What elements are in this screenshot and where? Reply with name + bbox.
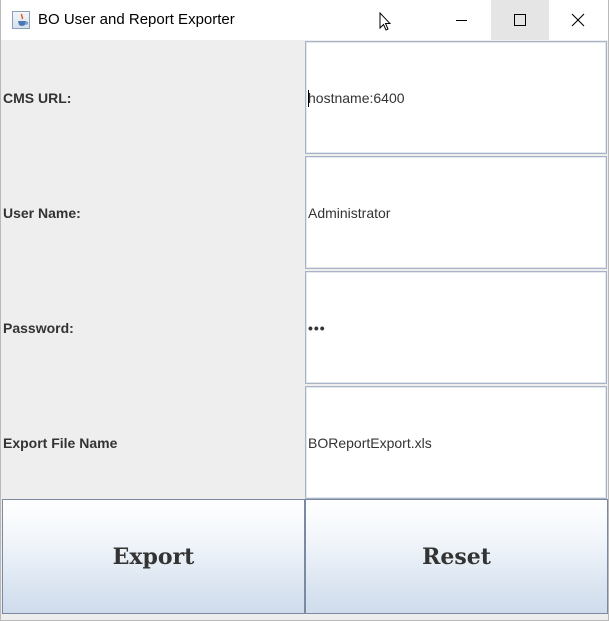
- maximize-icon: [514, 14, 526, 26]
- password-label-cell: Password:: [2, 270, 304, 385]
- export-file-value: BOReportExport.xls: [308, 434, 432, 451]
- minimize-icon: [456, 20, 467, 21]
- minimize-button[interactable]: [433, 0, 491, 40]
- user-name-value: Administrator: [308, 204, 391, 221]
- window-title: BO User and Report Exporter: [38, 11, 235, 28]
- export-file-label-cell: Export File Name: [2, 385, 304, 500]
- close-button[interactable]: [549, 0, 607, 40]
- cms-url-input[interactable]: hostname:6400: [305, 41, 607, 154]
- export-file-label: Export File Name: [3, 434, 118, 451]
- text-caret: [308, 90, 309, 107]
- title-bar[interactable]: BO User and Report Exporter: [1, 0, 608, 40]
- password-input[interactable]: •••: [305, 271, 607, 384]
- cms-url-label-cell: CMS URL:: [2, 40, 304, 155]
- user-name-label-cell: User Name:: [2, 155, 304, 270]
- export-button-label: Export: [112, 543, 195, 570]
- cms-url-label: CMS URL:: [3, 89, 72, 106]
- cms-url-value: hostname:6400: [308, 89, 405, 106]
- password-label: Password:: [3, 319, 74, 336]
- app-window: BO User and Report Exporter CMS URL: hos…: [0, 0, 609, 621]
- export-button[interactable]: Export: [2, 499, 305, 614]
- maximize-button[interactable]: [491, 0, 549, 40]
- user-name-input[interactable]: Administrator: [305, 156, 607, 269]
- export-file-input[interactable]: BOReportExport.xls: [305, 386, 607, 499]
- user-name-label: User Name:: [3, 204, 81, 221]
- reset-button[interactable]: Reset: [305, 499, 608, 614]
- close-icon: [571, 13, 585, 27]
- reset-button-label: Reset: [422, 543, 491, 570]
- java-cup-icon: [12, 11, 30, 29]
- mouse-cursor-icon: [379, 11, 392, 37]
- password-value: •••: [308, 319, 326, 336]
